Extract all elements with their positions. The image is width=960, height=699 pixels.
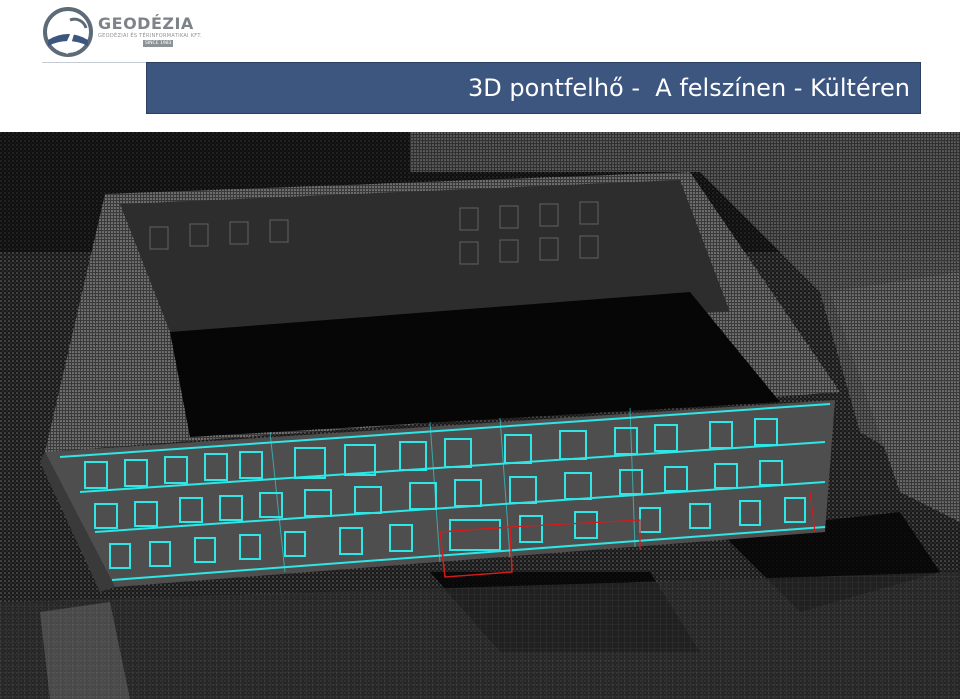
company-logo: GEODÉZIA GEODÉZIAI ÉS TÉRINFORMATIKAI KF… (42, 6, 202, 58)
logo-tagline: GEODÉZIAI ÉS TÉRINFORMATIKAI KFT. (98, 33, 203, 39)
slide-title: 3D pontfelhő - A felszínen - Kültéren (468, 74, 910, 102)
title-bar: 3D pontfelhő - A felszínen - Kültéren (146, 62, 921, 114)
logo-globe-icon (43, 7, 93, 57)
point-cloud-image (0, 132, 960, 699)
logo-name: GEODÉZIA (98, 14, 194, 33)
point-cloud-svg (0, 132, 960, 699)
logo-since-badge: SINCE 1983 (143, 40, 174, 47)
